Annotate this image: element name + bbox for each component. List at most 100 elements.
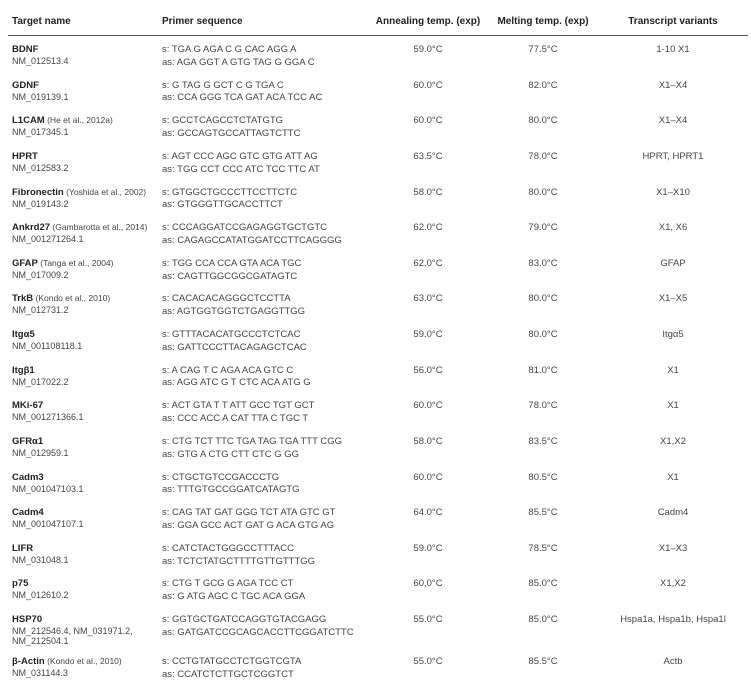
primer-antisense: as: TCTCTATGCTTTTGTTGTTTGG [162,556,364,569]
accession-number: NM_012959.1 [12,448,154,458]
primer-antisense: as: AGTGGTGGTCTGAGGTTGG [162,306,364,319]
cell-melt: 81.0°C [488,360,598,396]
cell-target: TrkB (Kondo et al., 2010)NM_012731.2 [8,288,158,324]
cell-variants: X1 [598,395,748,431]
col-anneal: Annealing temp. (exp) [368,10,488,36]
primer-sense: s: TGG CCA CCA GTA ACA TGC [162,258,364,271]
col-variants: Transcript variants [598,10,748,36]
table-row: Cadm3NM_001047103.1s: CTGCTGTCCGACCCTGas… [8,467,748,503]
target-reference: (Kondo et al., 2010) [45,656,122,666]
cell-primer: s: GCCTCAGCCTCTATGTGas: GCCAGTGCCATTAGTC… [158,110,368,146]
primer-sense: s: CCTGTATGCCTCTGGTCGTA [162,656,364,669]
cell-target: GFRα1NM_012959.1 [8,431,158,467]
primer-sense: s: CAG TAT GAT GGG TCT ATA GTC GT [162,507,364,520]
accession-number: NM_017009.2 [12,270,154,280]
primer-antisense: as: GCCAGTGCCATTAGTCTTC [162,128,364,141]
cell-anneal: 63.5°C [368,146,488,182]
accession-number: NM_001271264.1 [12,234,154,244]
primer-antisense: as: GATTCCCTTACAGAGCTCAC [162,342,364,355]
primer-sense: s: GTTTACACATGCCCTCTCAC [162,329,364,342]
target-reference: (Gambarotta et al., 2014) [50,222,147,232]
cell-melt: 80.0°C [488,110,598,146]
cell-variants: X1–X5 [598,288,748,324]
primer-sense: s: ACT GTA T T ATT GCC TGT GCT [162,400,364,413]
primer-antisense: as: AGA GGT A GTG TAG G GGA C [162,57,364,70]
target-reference: (He et al., 2012a) [45,115,113,125]
cell-anneal: 60.0°C [368,110,488,146]
cell-primer: s: GTTTACACATGCCCTCTCACas: GATTCCCTTACAG… [158,324,368,360]
target-name: TrkB (Kondo et al., 2010) [12,293,110,304]
primer-antisense: as: CCC ACC A CAT TTA C TGC T [162,413,364,426]
cell-target: Ankrd27 (Gambarotta et al., 2014)NM_0012… [8,217,158,253]
table-row: TrkB (Kondo et al., 2010)NM_012731.2s: C… [8,288,748,324]
cell-primer: s: CATCTACTGGGCCTTTACCas: TCTCTATGCTTTTG… [158,538,368,574]
cell-anneal: 62.0°C [368,217,488,253]
cell-anneal: 60.0°C [368,467,488,503]
table-row: GDNFNM_019139.1s: G TAG G GCT C G TGA Ca… [8,75,748,111]
table-row: LIFRNM_031048.1s: CATCTACTGGGCCTTTACCas:… [8,538,748,574]
primer-antisense: as: CAGAGCCATATGGATCCTTCAGGGG [162,235,364,248]
cell-target: Cadm3NM_001047103.1 [8,467,158,503]
cell-melt: 85.5°C [488,651,598,687]
cell-variants: X1 [598,467,748,503]
table-row: MKi-67NM_001271366.1 s: ACT GTA T T ATT G… [8,395,748,431]
cell-target: β-Actin (Kondo et al., 2010)NM_031144.3 [8,651,158,687]
cell-target: MKi-67NM_001271366.1 [8,395,158,431]
cell-anneal: 59.0°C [368,36,488,75]
table-row: L1CAM (He et al., 2012a)NM_017345.1s: GC… [8,110,748,146]
target-reference: (Tanga et al., 2004) [38,258,114,268]
cell-variants: Itgα5 [598,324,748,360]
primer-antisense: as: GGA GCC ACT GAT G ACA GTG AG [162,520,364,533]
accession-number: NM_212546.4, NM_031971.2, NM_212504.1 [12,626,154,646]
cell-variants: X1–X10 [598,182,748,218]
target-name: L1CAM (He et al., 2012a) [12,115,113,126]
primer-antisense: as: CCATCTCTTGCTCGGTCT [162,669,364,682]
primer-sense: s: GTGGCTGCCCTTCCTTCTC [162,187,364,200]
cell-melt: 82.0°C [488,75,598,111]
target-name: BDNF [12,44,38,55]
table-row: BDNFNM_012513.4s: TGA G AGA C G CAC AGG … [8,36,748,75]
primer-antisense: as: GTGGGTTGCACCTTCT [162,199,364,212]
cell-melt: 80.5°C [488,467,598,503]
primer-sense: s: GCCTCAGCCTCTATGTG [162,115,364,128]
cell-primer: s: AGT CCC AGC GTC GTG ATT AGas: TGG CCT… [158,146,368,182]
cell-melt: 78.0°C [488,146,598,182]
cell-primer: s: CTG T GCG G AGA TCC CTas: G ATG AGC C… [158,573,368,609]
cell-anneal: 56.0°C [368,360,488,396]
cell-melt: 85.0°C [488,573,598,609]
accession-number: NM_001271366.1 [12,412,154,422]
table-row: GFAP (Tanga et al., 2004)NM_017009.2s: T… [8,253,748,289]
cell-primer: s: GGTGCTGATCCAGGTGTACGAGGas: GATGATCCGC… [158,609,368,651]
cell-anneal: 62.0°C [368,253,488,289]
cell-melt: 78.0°C [488,395,598,431]
cell-melt: 78.5°C [488,538,598,574]
primer-sense: s: CTG TCT TTC TGA TAG TGA TTT CGG [162,436,364,449]
table-row: GFRα1NM_012959.1s: CTG TCT TTC TGA TAG T… [8,431,748,467]
accession-number: NM_001047107.1 [12,519,154,529]
primer-sense: s: G TAG G GCT C G TGA C [162,80,364,93]
accession-number: NM_012513.4 [12,56,154,66]
cell-target: GDNFNM_019139.1 [8,75,158,111]
cell-melt: 83.5°C [488,431,598,467]
cell-primer: s: CTG TCT TTC TGA TAG TGA TTT CGGas: GT… [158,431,368,467]
primer-antisense: as: GTG A CTG CTT CTC G GG [162,449,364,462]
cell-melt: 80.0°C [488,182,598,218]
cell-anneal: 60.0°C [368,395,488,431]
cell-primer: s: GTGGCTGCCCTTCCTTCTCas: GTGGGTTGCACCTT… [158,182,368,218]
accession-number: NM_031048.1 [12,555,154,565]
target-name: β-Actin (Kondo et al., 2010) [12,656,122,667]
table-row: HPRTNM_012583.2s: AGT CCC AGC GTC GTG AT… [8,146,748,182]
cell-variants: X1–X4 [598,110,748,146]
cell-primer: s: CTGCTGTCCGACCCTGas: TTTGTGCCGGATCATAG… [158,467,368,503]
col-target: Target name [8,10,158,36]
cell-target: Cadm4NM_001047107.1 [8,502,158,538]
cell-variants: X1, X6 [598,217,748,253]
accession-number: NM_001047103.1 [12,484,154,494]
target-name: Cadm4 [12,507,44,518]
cell-target: LIFRNM_031048.1 [8,538,158,574]
cell-variants: X1,X2 [598,573,748,609]
cell-variants: Cadm4 [598,502,748,538]
table-row: β-Actin (Kondo et al., 2010)NM_031144.3 s… [8,651,748,687]
primer-sense: s: CATCTACTGGGCCTTTACC [162,543,364,556]
cell-target: p75NM_012610.2 [8,573,158,609]
